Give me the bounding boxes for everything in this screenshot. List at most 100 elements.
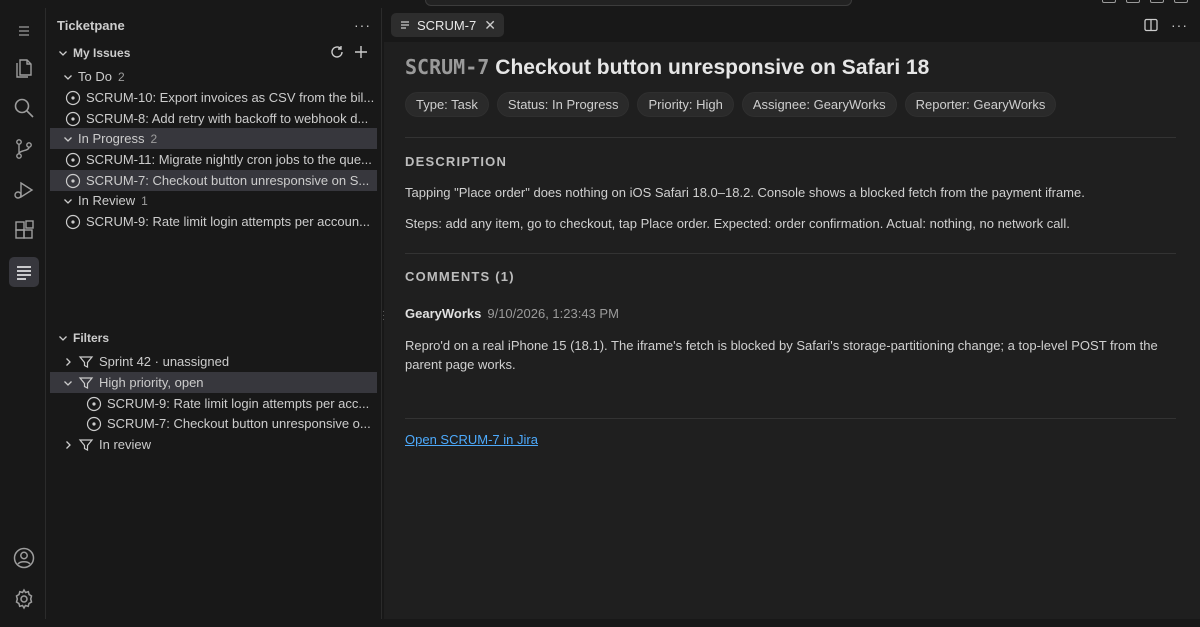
issue-label: SCRUM-7: Checkout button unresponsive o.…: [107, 416, 371, 431]
issue-fields: Type: Task Status: In Progress Priority:…: [405, 92, 1057, 117]
group-label: In Progress: [78, 131, 145, 146]
comment-body: Repro'd on a real iPhone 15 (18.1). The …: [405, 338, 1158, 372]
explorer-icon[interactable]: [9, 52, 39, 82]
filter-item-expanded[interactable]: High priority, open: [50, 372, 377, 393]
priority-chip: Priority: High: [637, 92, 734, 117]
activity-bar: [0, 8, 46, 619]
sidebar-title: Ticketpane: [57, 17, 125, 33]
group-count: 2: [117, 69, 125, 84]
filter-icon: [78, 355, 94, 368]
comment-author: GearyWorks: [405, 306, 482, 321]
issue-circle-icon: [86, 396, 102, 411]
run-debug-icon[interactable]: [9, 175, 39, 205]
filter-issue-item[interactable]: SCRUM-7: Checkout button unresponsive o.…: [50, 413, 377, 434]
issue-circle-icon: [65, 173, 81, 188]
group-to-do[interactable]: To Do 2: [50, 66, 377, 87]
issue-circle-icon: [65, 214, 81, 229]
chevron-right-icon: [66, 357, 71, 366]
group-count: 2: [150, 131, 158, 146]
chevron-down-icon: [64, 136, 72, 142]
divider: [405, 137, 1176, 138]
search-icon[interactable]: [9, 93, 39, 123]
issue-item[interactable]: SCRUM-10: Export invoices as CSV from th…: [50, 87, 377, 108]
issue-circle-icon: [86, 416, 102, 431]
layout-icon[interactable]: [1126, 0, 1140, 3]
split-editor-icon[interactable]: [1143, 17, 1159, 33]
sidebar-header: Ticketpane ···: [46, 8, 381, 42]
filter-icon: [78, 376, 94, 389]
layout-icon[interactable]: [1102, 0, 1116, 3]
filter-label: In review: [99, 437, 152, 452]
source-control-icon[interactable]: [9, 134, 39, 164]
more-actions-icon[interactable]: ···: [1171, 17, 1188, 33]
ticketpane-sidebar: Ticketpane ··· My Issues To Do 2 SCRUM-1…: [46, 8, 382, 619]
editor-area: SCRUM-7 ✕ ··· SCRUM-7 Checkout button unr…: [384, 8, 1200, 619]
filter-label: Sprint 42 · unassigned: [99, 354, 230, 369]
issue-label: SCRUM-8: Add retry with backoff to webho…: [86, 111, 369, 126]
issue-label: SCRUM-9: Rate limit login attempts per a…: [86, 214, 370, 229]
type-chip: Type: Task: [405, 92, 489, 117]
reporter-chip: Reporter: GearyWorks: [904, 92, 1057, 117]
assignee-chip: Assignee: GearyWorks: [741, 92, 897, 117]
description-paragraph: Steps: add any item, go to checkout, tap…: [405, 216, 1070, 231]
layout-icon[interactable]: [1174, 0, 1188, 3]
chevron-down-icon: [64, 198, 72, 204]
description-paragraph: Tapping "Place order" does nothing on iO…: [405, 185, 1085, 200]
layout-icon[interactable]: [1150, 0, 1164, 3]
issue-circle-icon: [65, 152, 81, 167]
group-in-progress[interactable]: In Progress 2: [50, 128, 377, 149]
filters-label: Filters: [73, 331, 110, 345]
tab-label: SCRUM-7: [417, 17, 477, 33]
filter-label: High priority, open: [99, 375, 204, 390]
filter-item[interactable]: Sprint 42 · unassigned: [50, 351, 377, 372]
chevron-down-icon: [64, 74, 72, 80]
comment-time: 9/10/2026, 1:23:43 PM: [487, 306, 619, 321]
close-icon[interactable]: ✕: [484, 17, 496, 34]
issue-summary: Checkout button unresponsive on Safari 1…: [495, 56, 930, 79]
tab-bar: SCRUM-7 ✕ ···: [384, 8, 1200, 42]
command-center[interactable]: [425, 0, 852, 6]
chevron-down-icon: [64, 380, 72, 386]
description-heading: DESCRIPTION: [405, 154, 508, 169]
group-label: To Do: [78, 69, 112, 84]
filter-icon: [78, 438, 94, 451]
filter-item[interactable]: In review: [50, 434, 377, 455]
add-icon[interactable]: [353, 44, 369, 60]
issue-item[interactable]: SCRUM-9: Rate limit login attempts per a…: [50, 211, 377, 232]
ticket-tab-icon: [401, 21, 409, 29]
extensions-icon[interactable]: [9, 216, 39, 246]
issue-circle-icon: [65, 90, 81, 105]
my-issues-section-header[interactable]: My Issues: [46, 42, 381, 64]
account-icon[interactable]: [9, 543, 39, 573]
comments-heading: COMMENTS (1): [405, 269, 515, 284]
divider: [405, 253, 1176, 254]
layout-controls: [1102, 0, 1188, 3]
issue-label: SCRUM-7: Checkout button unresponsive on…: [86, 173, 370, 188]
issue-item-selected[interactable]: SCRUM-7: Checkout button unresponsive on…: [50, 170, 377, 191]
more-actions-icon[interactable]: ···: [354, 17, 371, 33]
menu-icon[interactable]: [9, 16, 39, 46]
group-count: 1: [141, 193, 148, 208]
issue-label: SCRUM-10: Export invoices as CSV from th…: [86, 90, 375, 105]
open-in-jira-link[interactable]: Open SCRUM-7 in Jira: [405, 432, 538, 447]
my-issues-label: My Issues: [73, 46, 131, 60]
tab-scrum-7[interactable]: SCRUM-7 ✕: [391, 13, 504, 37]
refresh-icon[interactable]: [329, 44, 345, 60]
issue-key: SCRUM-7: [405, 55, 490, 79]
chevron-down-icon: [59, 51, 67, 56]
issue-item[interactable]: SCRUM-11: Migrate nightly cron jobs to t…: [50, 149, 377, 170]
issue-title: SCRUM-7 Checkout button unresponsive on S…: [405, 55, 929, 80]
group-label: In Review: [78, 193, 136, 208]
chevron-right-icon: [66, 440, 71, 449]
issue-label: SCRUM-9: Rate limit login attempts per a…: [107, 396, 370, 411]
issue-item[interactable]: SCRUM-8: Add retry with backoff to webho…: [50, 108, 377, 129]
chevron-down-icon: [59, 336, 67, 341]
settings-gear-icon[interactable]: [9, 584, 39, 614]
filter-issue-item[interactable]: SCRUM-9: Rate limit login attempts per a…: [50, 393, 377, 414]
ticketpane-icon[interactable]: [9, 257, 39, 287]
issue-label: SCRUM-11: Migrate nightly cron jobs to t…: [86, 152, 372, 167]
comment-header: GearyWorks 9/10/2026, 1:23:43 PM: [405, 306, 619, 321]
group-in-review[interactable]: In Review 1: [50, 190, 377, 211]
status-chip: Status: In Progress: [496, 92, 630, 117]
filters-section-header[interactable]: Filters: [46, 327, 381, 349]
